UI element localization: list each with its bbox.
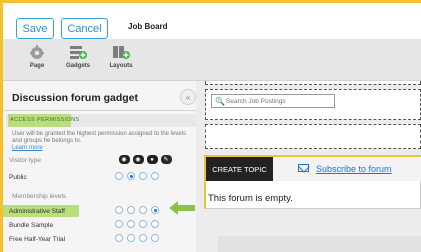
row-label: Public xyxy=(9,174,27,181)
search-icon: 🔍 xyxy=(215,97,225,106)
cancel-button[interactable]: Cancel xyxy=(61,18,108,39)
page-tool[interactable]: Page xyxy=(17,44,57,69)
search-job-postings[interactable]: 🔍 xyxy=(211,94,335,108)
permission-row-bundle-sample: Bundle Sample xyxy=(3,219,188,231)
radio-button[interactable] xyxy=(115,220,123,228)
top-toolbar: Save Cancel Job Board xyxy=(3,3,421,39)
permission-row-free-trial: Free Half-Year Trial xyxy=(3,233,188,245)
membership-levels-label: Membership levels xyxy=(12,193,67,200)
radio-button[interactable] xyxy=(127,206,135,214)
radio-button[interactable] xyxy=(127,234,135,242)
radio-group xyxy=(115,234,159,242)
gadgets-tool-label: Gadgets xyxy=(65,63,90,69)
gear-icon xyxy=(30,45,44,59)
row-label: Administrative Staff xyxy=(9,208,65,215)
access-permissions-section[interactable]: ACCESS PERMISSIONS xyxy=(6,114,196,127)
double-chevron-left-icon: « xyxy=(185,92,191,102)
row-label: Bundle Sample xyxy=(9,222,54,229)
permission-row-public: Public xyxy=(3,171,188,183)
panel-title: Discussion forum gadget xyxy=(12,92,139,104)
create-topic-button[interactable]: CREATE TOPIC xyxy=(206,157,273,181)
radio-group xyxy=(115,206,159,214)
radio-button-selected[interactable] xyxy=(151,206,159,214)
radio-button[interactable] xyxy=(139,206,147,214)
pencil-icon: ✎ xyxy=(160,155,172,164)
forum-empty-message: This forum is empty. xyxy=(208,193,293,204)
collapse-panel-button[interactable]: « xyxy=(180,89,196,105)
row-label: Free Half-Year Trial xyxy=(9,236,66,243)
radio-button-selected[interactable] xyxy=(127,172,135,180)
layouts-tool[interactable]: Layouts xyxy=(101,44,141,69)
radio-button[interactable] xyxy=(151,234,159,242)
canvas-lower-area xyxy=(218,236,421,252)
subscribe-link[interactable]: Subscribe to forum xyxy=(316,164,392,174)
save-button[interactable]: Save xyxy=(16,18,54,39)
radio-button[interactable] xyxy=(115,206,123,214)
green-arrow-icon xyxy=(169,201,195,215)
radio-group xyxy=(115,172,159,180)
gadgets-tool[interactable]: Gadgets xyxy=(58,44,98,69)
layout-add-icon xyxy=(113,46,130,59)
permission-row-administrative-staff: Administrative Staff xyxy=(3,205,188,217)
learn-more-link[interactable]: Learn more xyxy=(12,145,43,151)
radio-button[interactable] xyxy=(139,234,147,242)
panel-divider xyxy=(3,110,196,111)
forum-action-bar: CREATE TOPIC Subscribe to forum xyxy=(206,157,421,181)
radio-button[interactable] xyxy=(115,172,123,180)
page-tool-label: Page xyxy=(29,63,45,69)
radio-button[interactable] xyxy=(115,234,123,242)
discussion-forum-gadget[interactable]: CREATE TOPIC Subscribe to forum This for… xyxy=(204,155,421,209)
layout-drop-zone xyxy=(205,81,421,85)
permissions-description: User will be granted the highest permiss… xyxy=(12,131,187,144)
empty-drop-zone xyxy=(205,124,421,149)
radio-button[interactable] xyxy=(127,220,135,228)
radio-button[interactable] xyxy=(139,220,147,228)
eye-icon: ◉ xyxy=(132,155,144,164)
envelope-icon xyxy=(298,164,309,172)
radio-button[interactable] xyxy=(151,172,159,180)
editor-tools-bar: Page Gadgets Layouts xyxy=(3,39,421,81)
section-label: ACCESS PERMISSIONS xyxy=(10,117,80,123)
permission-icons-header: ◉ ◉ ● ✎ xyxy=(114,155,176,164)
eye-off-icon: ◉ xyxy=(118,155,130,164)
search-input[interactable] xyxy=(226,96,332,107)
page-title: Job Board xyxy=(128,22,168,31)
gadget-add-icon xyxy=(70,46,87,59)
layouts-tool-label: Layouts xyxy=(109,63,133,69)
comment-icon: ● xyxy=(146,155,158,164)
radio-group xyxy=(115,220,159,228)
radio-button[interactable] xyxy=(139,172,147,180)
radio-button[interactable] xyxy=(151,220,159,228)
visitor-type-label: Visitor type xyxy=(9,157,42,164)
